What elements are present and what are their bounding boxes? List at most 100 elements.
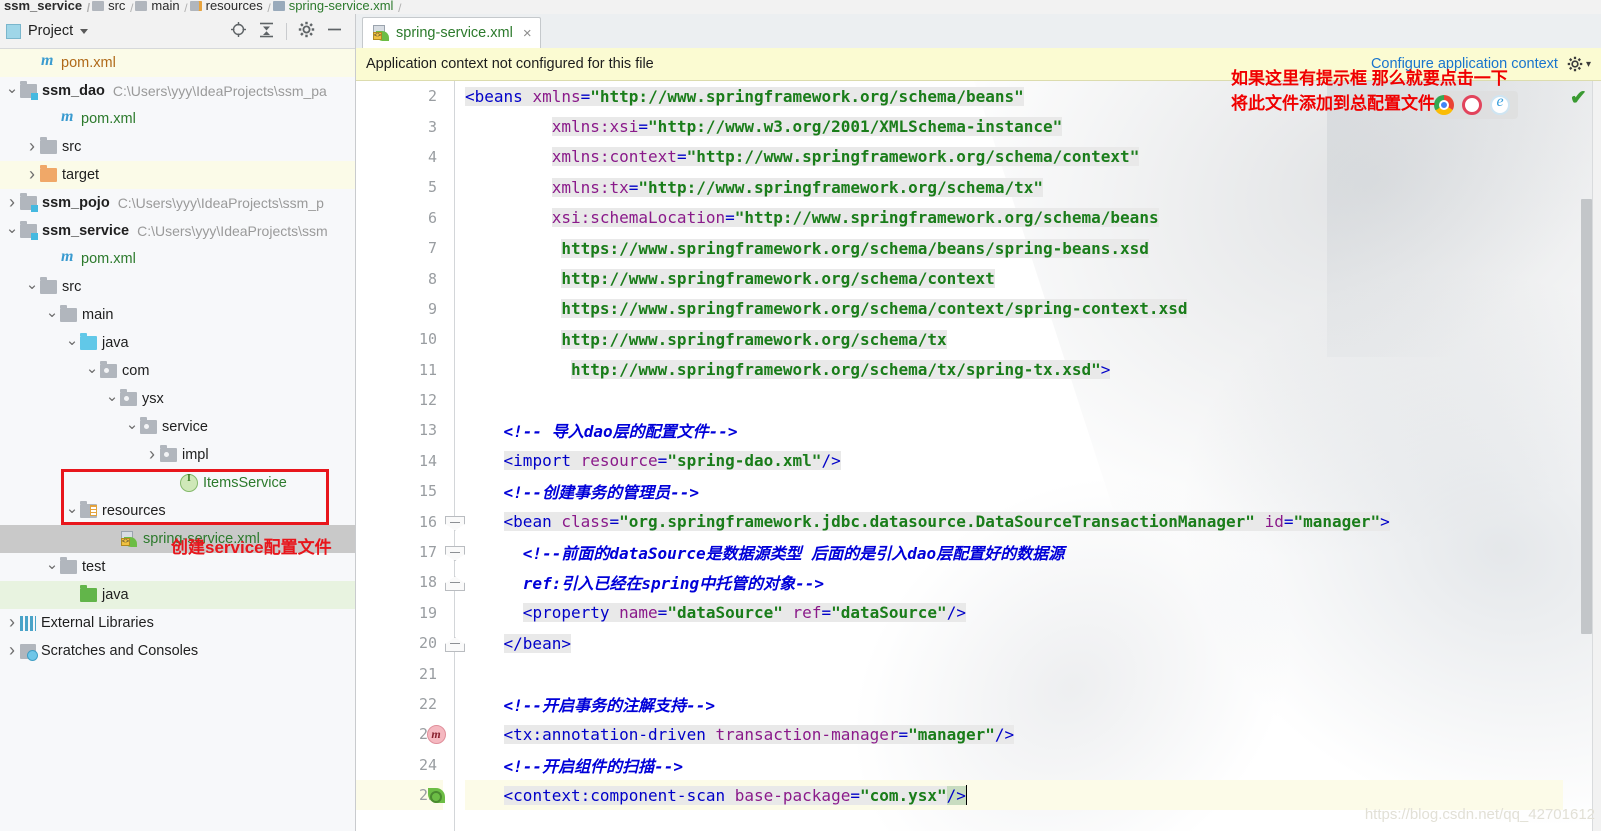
code-line-11[interactable]: http://www.springframework.org/schema/tx…	[465, 355, 1563, 385]
editor-tab-spring-service-xml[interactable]: <> spring-service.xml ×	[362, 17, 541, 48]
code-line-15[interactable]: <!--创建事务的管理员-->	[465, 476, 1563, 506]
code-line-10[interactable]: http://www.springframework.org/schema/tx	[465, 324, 1563, 354]
line-number-2[interactable]: 2	[356, 81, 443, 111]
editor-scrollbar-thumb[interactable]	[1581, 199, 1592, 634]
tree-row-ssm-dao[interactable]: ⌄ ssm_dao C:\Users\yyy\IdeaProjects\ssm_pa	[0, 77, 355, 105]
line-number-15[interactable]: 15	[356, 476, 443, 506]
chevron-down-icon[interactable]: ⌄	[44, 555, 60, 573]
chevron-down-icon[interactable]: ⌄	[84, 359, 100, 377]
line-number-19[interactable]: 19	[356, 598, 443, 628]
chevron-down-icon[interactable]: ⌄	[4, 79, 20, 97]
tree-row-impl[interactable]: › impl	[0, 441, 355, 469]
chevron-right-icon[interactable]: ›	[4, 192, 20, 213]
fold-marker-line-18[interactable]	[445, 576, 465, 592]
code-line-12[interactable]	[465, 385, 1563, 415]
code-line-4[interactable]: xmlns:context="http://www.springframewor…	[465, 142, 1563, 172]
tree-row-pom-xml[interactable]: pom.xml	[0, 105, 355, 133]
line-number-7[interactable]: 7	[356, 233, 443, 263]
tree-row-src[interactable]: › src	[0, 133, 355, 161]
code-line-5[interactable]: xmlns:tx="http://www.springframework.org…	[465, 172, 1563, 202]
line-number-9[interactable]: 9	[356, 294, 443, 324]
chevron-down-icon[interactable]: ⌄	[44, 303, 60, 321]
minimize-icon[interactable]	[326, 21, 343, 41]
chevron-down-icon[interactable]: ⌄	[64, 499, 80, 517]
line-number-20[interactable]: 20	[356, 628, 443, 658]
locate-icon[interactable]	[230, 21, 247, 41]
code-line-23[interactable]: <tx:annotation-driven transaction-manage…	[465, 719, 1563, 749]
code-line-7[interactable]: https://www.springframework.org/schema/b…	[465, 233, 1563, 263]
tree-row-scratches-and-consoles[interactable]: › Scratches and Consoles	[0, 637, 355, 665]
code-line-21[interactable]	[465, 658, 1563, 688]
code-line-9[interactable]: https://www.springframework.org/schema/c…	[465, 294, 1563, 324]
settings-gear-icon[interactable]	[298, 21, 315, 41]
chevron-right-icon[interactable]: ›	[24, 164, 40, 185]
line-number-25[interactable]: 25	[356, 779, 445, 811]
chevron-down-icon[interactable]: ⌄	[64, 331, 80, 349]
chevron-right-icon[interactable]: ›	[4, 640, 20, 661]
fold-marker-line-16[interactable]	[445, 515, 465, 531]
tree-row-itemsservice[interactable]: ItemsService	[0, 469, 355, 497]
close-icon[interactable]: ×	[519, 25, 532, 42]
code-line-22[interactable]: <!--开启事务的注解支持-->	[465, 689, 1563, 719]
tree-row-main[interactable]: ⌄ main	[0, 301, 355, 329]
code-text[interactable]: <beans xmlns="http://www.springframework…	[465, 81, 1563, 831]
code-line-20[interactable]: </bean>	[465, 628, 1563, 658]
line-number-8[interactable]: 8	[356, 263, 443, 293]
tree-row-ssm-service[interactable]: ⌄ ssm_service C:\Users\yyy\IdeaProjects\ss…	[0, 217, 355, 245]
tree-row-java[interactable]: ⌄ java	[0, 329, 355, 357]
line-number-6[interactable]: 6	[356, 203, 443, 233]
tree-row-pom-xml[interactable]: pom.xml	[0, 49, 355, 77]
code-folding-column[interactable]	[443, 81, 465, 831]
line-number-13[interactable]: 13	[356, 415, 443, 445]
code-line-14[interactable]: <import resource="spring-dao.xml"/>	[465, 446, 1563, 476]
marker-and-scrollbar-strip[interactable]: ✔	[1563, 81, 1601, 831]
notification-gear-icon[interactable]: ▾	[1567, 56, 1591, 72]
line-number-17[interactable]: 17	[356, 537, 443, 567]
breadcrumb-item-resources[interactable]: resources /	[189, 0, 273, 14]
breadcrumb-item-spring-service-xml[interactable]: spring-service.xml /	[272, 0, 404, 14]
tree-row-resources[interactable]: ⌄ resources	[0, 497, 355, 525]
code-line-17[interactable]: <!--前面的dataSource是数据源类型 后面的是引入dao层配置好的数据…	[465, 537, 1563, 567]
breadcrumb-item-main[interactable]: main /	[135, 0, 189, 14]
code-line-6[interactable]: xsi:schemaLocation="http://www.springfra…	[465, 203, 1563, 233]
tree-row-external-libraries[interactable]: › External Libraries	[0, 609, 355, 637]
code-line-19[interactable]: <property name="dataSource" ref="dataSou…	[465, 598, 1563, 628]
line-number-10[interactable]: 10	[356, 324, 443, 354]
tree-row-ssm-pojo[interactable]: › ssm_pojo C:\Users\yyy\IdeaProjects\ssm_p	[0, 189, 355, 217]
chevron-right-icon[interactable]: ›	[4, 612, 20, 633]
line-number-24[interactable]: 24	[356, 750, 443, 780]
line-number-12[interactable]: 12	[356, 385, 443, 415]
code-line-16[interactable]: <bean class="org.springframework.jdbc.da…	[465, 506, 1563, 536]
code-line-18[interactable]: ref:引入已经在spring中托管的对象-->	[465, 567, 1563, 597]
fold-marker-line-20[interactable]	[445, 637, 465, 653]
tree-row-pom-xml[interactable]: pom.xml	[0, 245, 355, 273]
line-number-18[interactable]: 18	[356, 567, 443, 597]
project-title-group[interactable]: Project	[6, 23, 89, 39]
chevron-right-icon[interactable]: ›	[24, 136, 40, 157]
line-number-3[interactable]: 3	[356, 111, 443, 141]
chevron-right-icon[interactable]: ›	[144, 444, 160, 465]
tree-row-java[interactable]: java	[0, 581, 355, 609]
code-line-8[interactable]: http://www.springframework.org/schema/co…	[465, 263, 1563, 293]
chevron-down-icon[interactable]: ⌄	[104, 387, 120, 405]
tree-row-service[interactable]: ⌄ service	[0, 413, 355, 441]
chevron-down-icon[interactable]	[80, 28, 89, 34]
line-number-5[interactable]: 5	[356, 172, 443, 202]
chevron-down-icon[interactable]: ⌄	[124, 415, 140, 433]
line-number-4[interactable]: 4	[356, 142, 443, 172]
line-number-14[interactable]: 14	[356, 446, 443, 476]
code-line-13[interactable]: <!-- 导入dao层的配置文件-->	[465, 415, 1563, 445]
breadcrumb-item-src[interactable]: src /	[92, 0, 135, 14]
tree-row-src[interactable]: ⌄ src	[0, 273, 355, 301]
line-number-11[interactable]: 11	[356, 355, 443, 385]
code-line-24[interactable]: <!--开启组件的扫描-->	[465, 750, 1563, 780]
line-number-23[interactable]: 23m	[356, 719, 446, 749]
line-number-22[interactable]: 22	[356, 689, 443, 719]
tree-row-target[interactable]: › target	[0, 161, 355, 189]
line-number-16[interactable]: 16	[356, 506, 443, 536]
line-number-21[interactable]: 21	[356, 658, 443, 688]
chevron-down-icon[interactable]: ⌄	[4, 219, 20, 237]
tree-row-com[interactable]: ⌄ com	[0, 357, 355, 385]
line-number-gutter[interactable]: 2 3 4 5 6 7 8 9 10 11 12 13 14 15 16 17 18 19 20 21 22 23m 24 2…	[356, 81, 446, 831]
fold-marker-line-17[interactable]	[445, 546, 465, 561]
